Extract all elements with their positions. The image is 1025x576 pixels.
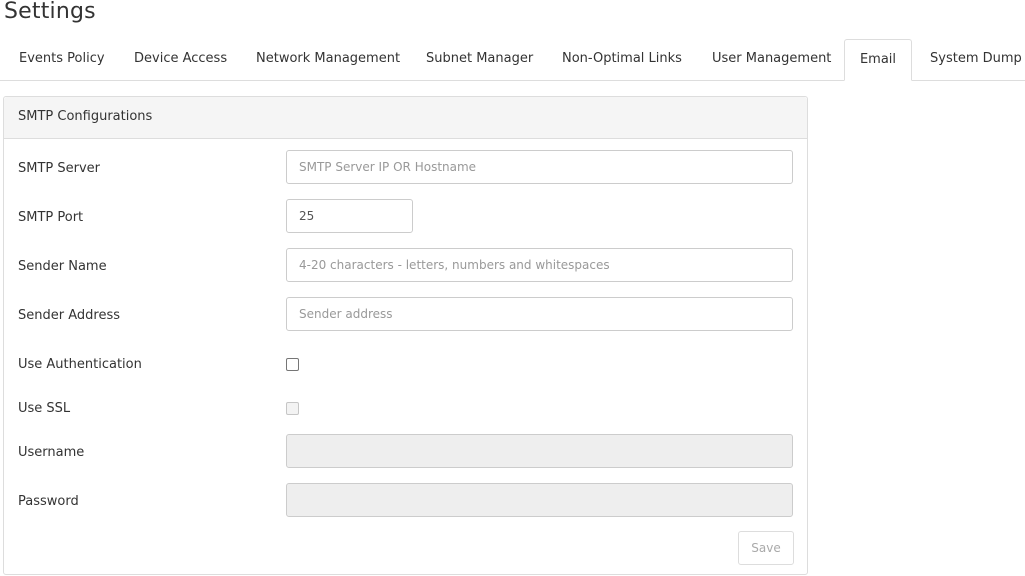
tab-network-management[interactable]: Network Management xyxy=(256,39,400,81)
use-ssl-checkbox[interactable] xyxy=(286,402,299,415)
sender-address-label: Sender Address xyxy=(18,308,120,323)
use-ssl-label: Use SSL xyxy=(18,401,71,416)
username-input[interactable] xyxy=(286,434,793,468)
smtp-server-input[interactable] xyxy=(286,150,793,184)
password-input[interactable] xyxy=(286,483,793,517)
panel-heading: SMTP Configurations xyxy=(4,97,807,139)
tab-system-dump[interactable]: System Dump xyxy=(930,39,1022,81)
tab-subnet-manager[interactable]: Subnet Manager xyxy=(426,39,533,81)
smtp-port-input[interactable] xyxy=(286,199,413,233)
password-label: Password xyxy=(18,494,79,509)
sender-name-input[interactable] xyxy=(286,248,793,282)
use-authentication-label: Use Authentication xyxy=(18,357,142,372)
tab-user-management[interactable]: User Management xyxy=(712,39,831,81)
sender-address-input[interactable] xyxy=(286,297,793,331)
username-label: Username xyxy=(18,445,85,460)
page-title: Settings xyxy=(4,0,96,24)
sender-name-label: Sender Name xyxy=(18,259,107,274)
smtp-server-label: SMTP Server xyxy=(18,161,101,176)
save-button[interactable]: Save xyxy=(738,531,794,565)
tab-events-policy[interactable]: Events Policy xyxy=(19,39,105,81)
tab-device-access[interactable]: Device Access xyxy=(134,39,227,81)
tab-non-optimal-links[interactable]: Non-Optimal Links xyxy=(562,39,682,81)
smtp-port-label: SMTP Port xyxy=(18,210,84,225)
smtp-configurations-panel: SMTP Configurations SMTP Server SMTP Por… xyxy=(3,96,808,575)
settings-tabs: Events Policy Device Access Network Mana… xyxy=(0,39,1025,81)
tab-email[interactable]: Email xyxy=(844,39,912,81)
use-authentication-checkbox[interactable] xyxy=(286,358,299,371)
